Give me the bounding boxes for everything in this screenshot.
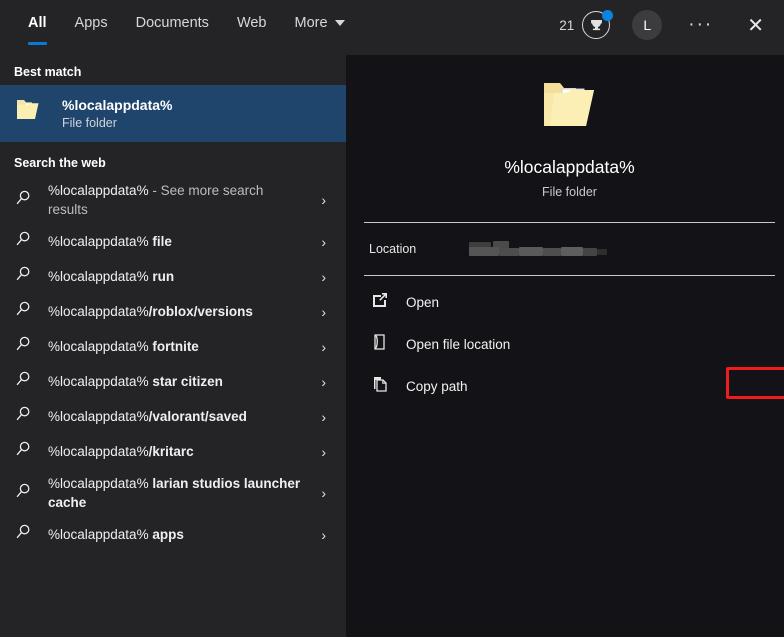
results-list-pane: Best match %localappdata% File folder Se…	[0, 55, 346, 637]
web-suggestion-item[interactable]: %localappdata% file ›	[0, 224, 346, 259]
web-suggestion-label: %localappdata% fortnite	[48, 339, 199, 354]
search-icon	[14, 370, 32, 393]
header-actions: 21 L ··· ✕	[559, 0, 784, 50]
chevron-right-icon[interactable]: ›	[321, 234, 326, 250]
search-icon	[14, 523, 32, 546]
tab-all[interactable]: All	[14, 0, 61, 45]
action-open-label: Open	[406, 294, 440, 310]
rewards-trophy-icon[interactable]	[582, 10, 614, 39]
avatar[interactable]: L	[632, 10, 663, 40]
search-header: All Apps Documents Web More 21 L ··· ✕	[0, 0, 784, 55]
preview-title: %localappdata%	[504, 157, 635, 177]
web-suggestion-label: %localappdata% - See more search results	[48, 183, 264, 217]
best-match-subtitle: File folder	[62, 116, 117, 130]
best-match-result[interactable]: %localappdata% File folder	[0, 85, 346, 142]
notification-dot	[602, 10, 614, 21]
web-suggestion-item[interactable]: %localappdata%/valorant/saved ›	[0, 399, 346, 434]
avatar-initial: L	[643, 17, 652, 33]
chevron-right-icon[interactable]: ›	[321, 527, 326, 543]
copy-path-icon	[371, 375, 389, 398]
open-file-location-icon	[371, 333, 389, 356]
web-suggestion-item[interactable]: %localappdata% apps ›	[0, 517, 346, 552]
best-match-title: %localappdata%	[62, 97, 173, 113]
tab-active-underline	[28, 42, 47, 45]
search-the-web-heading: Search the web	[14, 156, 106, 170]
best-match-texts: %localappdata% File folder	[62, 97, 172, 130]
web-suggestions-list: %localappdata% - See more search results…	[0, 176, 346, 552]
preview-header: %localappdata% File folder	[355, 55, 784, 199]
web-suggestion-item[interactable]: %localappdata% larian studios launcher c…	[0, 469, 346, 517]
chevron-down-icon	[334, 19, 345, 26]
web-suggestion-item[interactable]: %localappdata%/roblox/versions ›	[0, 294, 346, 329]
web-suggestion-label: %localappdata% file	[48, 234, 172, 249]
tab-more[interactable]: More	[281, 0, 359, 45]
rewards-count: 21	[559, 17, 575, 33]
web-suggestion-label: %localappdata%/kritarc	[48, 444, 194, 459]
chevron-right-icon[interactable]: ›	[321, 444, 326, 460]
folder-icon	[538, 77, 602, 139]
chevron-right-icon[interactable]: ›	[321, 374, 326, 390]
location-value-redacted	[469, 241, 609, 257]
open-external-icon	[371, 291, 389, 314]
web-suggestion-item[interactable]: %localappdata% - See more search results…	[0, 176, 346, 224]
web-suggestion-label: %localappdata% star citizen	[48, 374, 223, 389]
tab-apps[interactable]: Apps	[61, 0, 122, 45]
action-list: Open Open file location Copy path	[355, 276, 784, 402]
close-label: ✕	[747, 14, 764, 37]
action-copy-path[interactable]: Copy path	[355, 370, 784, 402]
search-icon	[14, 230, 32, 253]
search-icon	[14, 335, 32, 358]
close-icon[interactable]: ✕	[737, 13, 774, 38]
tab-documents-label: Documents	[135, 14, 209, 31]
tab-apps-label: Apps	[74, 14, 108, 31]
chevron-right-icon[interactable]: ›	[321, 339, 326, 355]
tab-all-label: All	[28, 14, 47, 31]
action-open-file-location-label: Open file location	[406, 336, 511, 352]
search-icon	[14, 482, 32, 505]
search-icon	[14, 265, 32, 288]
search-icon	[14, 440, 32, 463]
web-suggestion-label: %localappdata%/roblox/versions	[48, 304, 253, 319]
search-icon	[14, 405, 32, 428]
chevron-right-icon[interactable]: ›	[321, 409, 326, 425]
chevron-right-icon[interactable]: ›	[321, 485, 326, 501]
tab-more-label: More	[294, 14, 328, 31]
chevron-right-icon[interactable]: ›	[321, 192, 326, 208]
windows-search-flyout: All Apps Documents Web More 21 L ··· ✕ B…	[0, 0, 784, 637]
web-suggestion-label: %localappdata% larian studios launcher c…	[48, 476, 301, 510]
chevron-right-icon[interactable]: ›	[321, 304, 326, 320]
search-icon	[14, 189, 32, 212]
search-icon	[14, 300, 32, 323]
preview-subtitle: File folder	[542, 185, 597, 199]
filter-tabs: All Apps Documents Web More	[0, 0, 359, 45]
tab-web[interactable]: Web	[223, 0, 281, 45]
web-suggestion-item[interactable]: %localappdata%/kritarc ›	[0, 434, 346, 469]
chevron-right-icon[interactable]: ›	[321, 269, 326, 285]
action-copy-path-label: Copy path	[406, 378, 468, 394]
preview-pane: %localappdata% File folder Location Open…	[355, 55, 784, 637]
more-options-label: ···	[688, 14, 714, 35]
more-options-icon[interactable]: ···	[682, 15, 719, 34]
action-open-file-location[interactable]: Open file location	[355, 328, 784, 360]
action-open[interactable]: Open	[355, 286, 784, 318]
location-row: Location	[355, 223, 784, 275]
best-match-heading: Best match	[14, 65, 82, 79]
web-suggestion-item[interactable]: %localappdata% fortnite ›	[0, 329, 346, 364]
location-label: Location	[369, 242, 417, 256]
web-suggestion-label: %localappdata% run	[48, 269, 175, 284]
folder-icon	[14, 97, 44, 130]
tab-web-label: Web	[236, 14, 267, 31]
web-suggestion-item[interactable]: %localappdata% star citizen ›	[0, 364, 346, 399]
tab-documents[interactable]: Documents	[122, 0, 223, 45]
web-suggestion-label: %localappdata%/valorant/saved	[48, 409, 247, 424]
web-suggestion-item[interactable]: %localappdata% run ›	[0, 259, 346, 294]
web-suggestion-label: %localappdata% apps	[48, 527, 184, 542]
